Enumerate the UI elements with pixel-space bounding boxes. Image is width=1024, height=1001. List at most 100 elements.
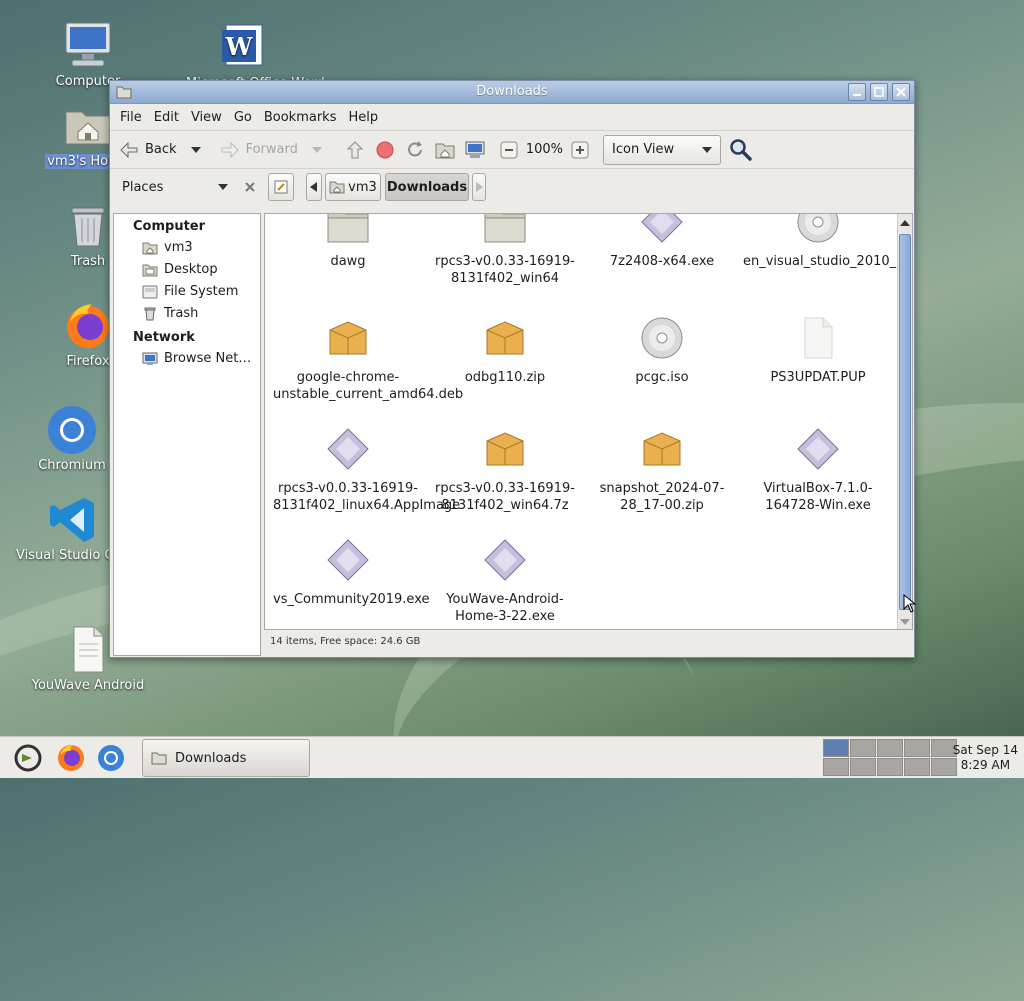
search-button[interactable] (729, 138, 753, 162)
file-item[interactable]: snapshot_2024-07-28_17-00.zip (587, 427, 737, 514)
workspace-3[interactable] (877, 739, 903, 757)
zoom-level-label: 100% (525, 142, 564, 157)
workspace-1[interactable] (823, 739, 849, 757)
file-item[interactable]: YouWave-Android-Home-3-22.exe (430, 538, 580, 625)
file-item[interactable]: 7z2408-x64.exe (587, 214, 737, 270)
path-scroll-right[interactable] (472, 173, 486, 201)
file-item[interactable]: rpcs3-v0.0.33-16919-8131f402_linux64.App… (273, 427, 461, 514)
zoom-in-button[interactable] (571, 141, 589, 159)
trash-icon (62, 200, 114, 252)
workspace-pager[interactable] (823, 739, 957, 776)
scroll-thumb[interactable] (899, 234, 911, 610)
file-item[interactable]: rpcs3-v0.0.33-16919-8131f402_win64 (430, 214, 580, 287)
sidebar-item-trash[interactable]: Trash (114, 303, 260, 325)
zoom-out-icon (500, 141, 518, 158)
svg-text:W: W (225, 32, 254, 61)
reload-button[interactable] (404, 140, 426, 160)
edit-location-button[interactable] (268, 173, 294, 201)
file-item[interactable]: odbg110.zip (430, 316, 580, 386)
scroll-down-arrow[interactable] (900, 619, 910, 625)
vertical-scrollbar[interactable] (897, 214, 912, 629)
file-item[interactable]: rpcs3-v0.0.33-16919-8131f402_win64.7z (430, 427, 580, 514)
file-item[interactable]: en_visual_studio_2010_professional_x86_d… (743, 214, 912, 270)
computer-button[interactable] (464, 140, 486, 160)
path-scroll-left[interactable] (306, 173, 322, 201)
close-sidebar-icon[interactable] (244, 181, 256, 193)
status-bar: 14 items, Free space: 24.6 GB (270, 636, 421, 647)
path-crumb-vm3[interactable]: vm3 (325, 173, 381, 201)
sidebar-item-label: File System (164, 284, 239, 299)
workspace-4[interactable] (904, 739, 930, 757)
up-button[interactable] (344, 140, 366, 160)
desktop-label: Firefox (66, 354, 110, 369)
taskbar-task-downloads[interactable]: Downloads (142, 739, 310, 777)
menu-help[interactable]: Help (342, 110, 384, 125)
file-name: rpcs3-v0.0.33-16919-8131f402_linux64.App… (273, 481, 461, 513)
close-button[interactable] (892, 83, 910, 101)
menu-edit[interactable]: Edit (148, 110, 185, 125)
sidebar-item-filesystem[interactable]: File System (114, 281, 260, 303)
desktop-icon-computer[interactable]: Computer (28, 20, 148, 89)
computer-icon (465, 141, 485, 158)
search-icon (730, 138, 752, 161)
home-folder-icon (142, 242, 158, 254)
vscode-icon (48, 494, 100, 546)
workspace-6[interactable] (823, 758, 849, 776)
crumb-label: Downloads (386, 179, 468, 195)
disc-icon (797, 214, 839, 243)
file-item[interactable]: dawg (273, 214, 423, 270)
sidebar-item-label: Desktop (164, 262, 218, 277)
menu-view[interactable]: View (185, 110, 228, 125)
forward-button[interactable]: Forward (219, 140, 298, 160)
back-label: Back (145, 142, 177, 157)
stop-button[interactable] (374, 140, 396, 160)
maximize-button[interactable] (870, 83, 888, 101)
back-button[interactable]: Back (118, 140, 177, 160)
executable-icon (797, 428, 839, 470)
workspace-7[interactable] (850, 758, 876, 776)
sidebar-item-desktop[interactable]: Desktop (114, 259, 260, 281)
file-item[interactable]: VirtualBox-7.1.0-164728-Win.exe (743, 427, 893, 514)
desktop-folder-icon (142, 264, 158, 276)
forward-arrow-icon (221, 141, 239, 158)
sidebar-type-select[interactable]: Places (110, 180, 258, 195)
menu-file[interactable]: File (114, 110, 148, 125)
view-mode-select[interactable]: Icon View (603, 134, 722, 165)
file-item[interactable]: vs_Community2019.exe (273, 538, 429, 608)
file-view[interactable]: dawg rpcs3-v0.0.33-16919-8131f402_win64 … (264, 213, 913, 630)
menu-bar: File Edit View Go Bookmarks Help (110, 104, 914, 130)
sidebar-item-vm3[interactable]: vm3 (114, 237, 260, 259)
forward-history-dropdown[interactable] (306, 146, 322, 153)
file-item[interactable]: pcgc.iso (587, 316, 737, 386)
clock[interactable]: Sat Sep 14 8:29 AM (953, 743, 1018, 773)
workspace-2[interactable] (850, 739, 876, 757)
minimize-button[interactable] (848, 83, 866, 101)
workspace-8[interactable] (877, 758, 903, 776)
firefox-icon[interactable] (56, 743, 86, 773)
chevron-down-icon (218, 184, 229, 190)
folder-icon (151, 752, 167, 765)
file-item[interactable]: PS3UPDAT.PUP (743, 316, 893, 386)
window-titlebar[interactable]: Downloads (110, 81, 914, 104)
blank-file-icon (804, 317, 833, 359)
back-history-dropdown[interactable] (185, 146, 201, 153)
scroll-up-arrow[interactable] (900, 220, 910, 226)
chromium-icon[interactable] (96, 743, 126, 773)
drive-icon (142, 285, 158, 298)
document-icon (62, 624, 114, 676)
menu-go[interactable]: Go (228, 110, 258, 125)
file-name: VirtualBox-7.1.0-164728-Win.exe (763, 481, 873, 513)
desktop-label: Chromium (38, 458, 106, 473)
computer-icon (62, 20, 114, 72)
mouse-pointer-icon (903, 594, 917, 613)
workspace-9[interactable] (904, 758, 930, 776)
path-crumb-downloads[interactable]: Downloads (385, 173, 469, 201)
file-item[interactable]: google-chrome-unstable_current_amd64.deb (273, 316, 463, 403)
folder-icon (327, 214, 369, 243)
zoom-out-button[interactable] (500, 141, 518, 159)
app-menu-icon[interactable] (12, 742, 44, 774)
sidebar-item-browse-network[interactable]: Browse Net… (114, 348, 260, 370)
menu-bookmarks[interactable]: Bookmarks (258, 110, 343, 125)
file-name: odbg110.zip (464, 370, 546, 385)
home-button[interactable] (434, 140, 456, 160)
